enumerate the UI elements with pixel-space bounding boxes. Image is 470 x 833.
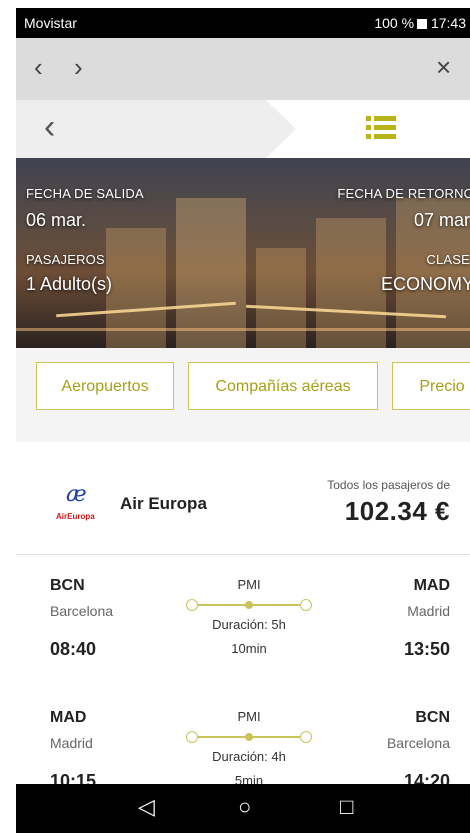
origin-city: Madrid bbox=[50, 735, 93, 751]
browser-forward-button[interactable]: › bbox=[74, 54, 83, 80]
departure-date-label: FECHA DE SALIDA bbox=[26, 186, 144, 201]
price-caption: Todos los pasajeros de bbox=[327, 478, 450, 492]
origin-code: MAD bbox=[50, 709, 87, 726]
flight-price: 102.34 € bbox=[344, 496, 450, 526]
class-value: ECONOMY bbox=[380, 274, 470, 294]
departure-date-value: 06 mar. bbox=[26, 210, 87, 230]
airline-header: æ AirEuropa Air Europa Todos los pasajer… bbox=[16, 442, 470, 555]
arrival-time: 13:50 bbox=[403, 639, 450, 659]
android-nav-bar: ◁ ○ □ bbox=[16, 784, 470, 833]
app-back-button[interactable]: ‹ bbox=[44, 108, 55, 147]
status-right: 100 % 17:43 bbox=[374, 15, 466, 31]
app-header: ‹ bbox=[16, 100, 470, 158]
airline-logo-mark: æ bbox=[66, 482, 87, 507]
stopover-code: PMI bbox=[237, 577, 261, 592]
destination-city: Barcelona bbox=[386, 735, 450, 751]
browser-close-button[interactable]: × bbox=[436, 54, 451, 80]
route-line bbox=[186, 599, 312, 611]
destination-code: MAD bbox=[413, 577, 450, 594]
destination-code: BCN bbox=[415, 709, 450, 726]
header-arrow-shape bbox=[16, 100, 296, 158]
destination-city: Madrid bbox=[407, 603, 450, 619]
carrier-label: Movistar bbox=[24, 15, 77, 31]
clock: 17:43 bbox=[430, 15, 466, 31]
filter-bar: Aeropuertos Compañías aéreas Precio bbox=[16, 348, 470, 428]
nav-back-icon[interactable]: ◁ bbox=[138, 796, 155, 818]
battery-icon bbox=[417, 19, 428, 29]
status-bar: Movistar 100 % 17:43 bbox=[16, 8, 470, 38]
class-label: CLASE bbox=[426, 252, 470, 267]
browser-toolbar: ‹ › × bbox=[16, 38, 470, 101]
nav-recents-icon[interactable]: □ bbox=[340, 796, 353, 818]
return-date-value: 07 mar. bbox=[413, 210, 470, 230]
filter-airports-button[interactable]: Aeropuertos bbox=[36, 362, 174, 410]
duration-line2: 10min bbox=[231, 641, 267, 656]
filter-airlines-button[interactable]: Compañías aéreas bbox=[188, 362, 378, 410]
search-summary-banner: FECHA DE SALIDA 06 mar. FECHA DE RETORNO… bbox=[16, 158, 470, 348]
airline-name: Air Europa bbox=[120, 494, 207, 513]
nav-home-icon[interactable]: ○ bbox=[238, 796, 251, 818]
airline-logo: æ AirEuropa bbox=[54, 482, 108, 526]
passengers-value: 1 Adulto(s) bbox=[26, 274, 113, 294]
route-line bbox=[186, 731, 312, 743]
list-menu-icon[interactable] bbox=[366, 116, 396, 140]
flight-result-card[interactable]: æ AirEuropa Air Europa Todos los pasajer… bbox=[16, 428, 470, 833]
origin-city: Barcelona bbox=[50, 603, 114, 619]
battery-level: 100 % bbox=[374, 15, 415, 31]
departure-time: 08:40 bbox=[50, 639, 97, 659]
stopover-code: PMI bbox=[237, 709, 261, 724]
phone-screen: Movistar 100 % 17:43 ‹ › × ‹ FECHA DE SA… bbox=[16, 8, 470, 833]
airline-logo-text: AirEuropa bbox=[56, 512, 95, 521]
origin-code: BCN bbox=[50, 577, 85, 594]
passengers-label: PASAJEROS bbox=[26, 252, 105, 267]
duration-line1: Duración: 4h bbox=[212, 749, 286, 764]
filter-price-button[interactable]: Precio bbox=[392, 362, 470, 410]
flight-leg-outbound: BCN Barcelona 08:40 PMI Duración: 5h 10m… bbox=[16, 555, 470, 683]
browser-back-button[interactable]: ‹ bbox=[34, 54, 43, 80]
return-date-label: FECHA DE RETORNO bbox=[337, 186, 470, 201]
duration-line1: Duración: 5h bbox=[212, 617, 286, 632]
